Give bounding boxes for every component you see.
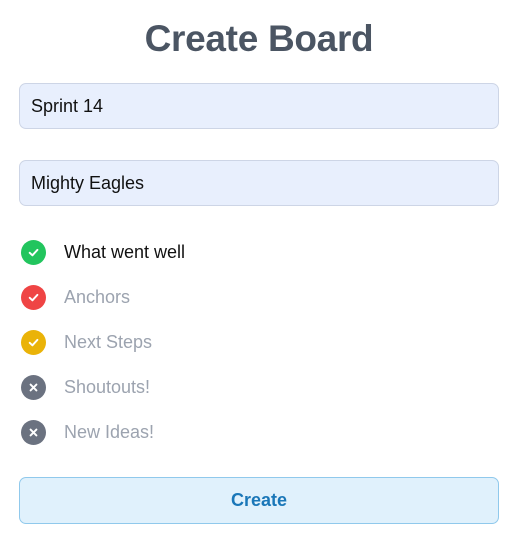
create-button[interactable]: Create — [19, 477, 499, 524]
option-label: New Ideas! — [64, 422, 155, 442]
check-icon — [21, 240, 46, 265]
x-icon — [21, 375, 46, 400]
option-label: Shoutouts! — [64, 377, 151, 397]
option-anchors[interactable]: Anchors — [21, 275, 491, 320]
x-icon — [21, 420, 46, 445]
check-icon — [21, 330, 46, 355]
option-next-steps[interactable]: Next Steps — [21, 320, 491, 365]
option-what-went-well[interactable]: What went well — [21, 230, 491, 275]
board-name-input[interactable] — [19, 83, 499, 129]
option-label: What went well — [64, 242, 186, 262]
option-label: Next Steps — [64, 332, 153, 352]
page-title: Create Board — [144, 18, 374, 59]
option-new-ideas[interactable]: New Ideas! — [21, 410, 491, 455]
column-options-list: What went well Anchors Next Steps Shouto… — [21, 230, 491, 455]
option-shoutouts[interactable]: Shoutouts! — [21, 365, 491, 410]
check-icon — [21, 285, 46, 310]
team-name-input[interactable] — [19, 160, 499, 206]
option-label: Anchors — [64, 287, 131, 307]
